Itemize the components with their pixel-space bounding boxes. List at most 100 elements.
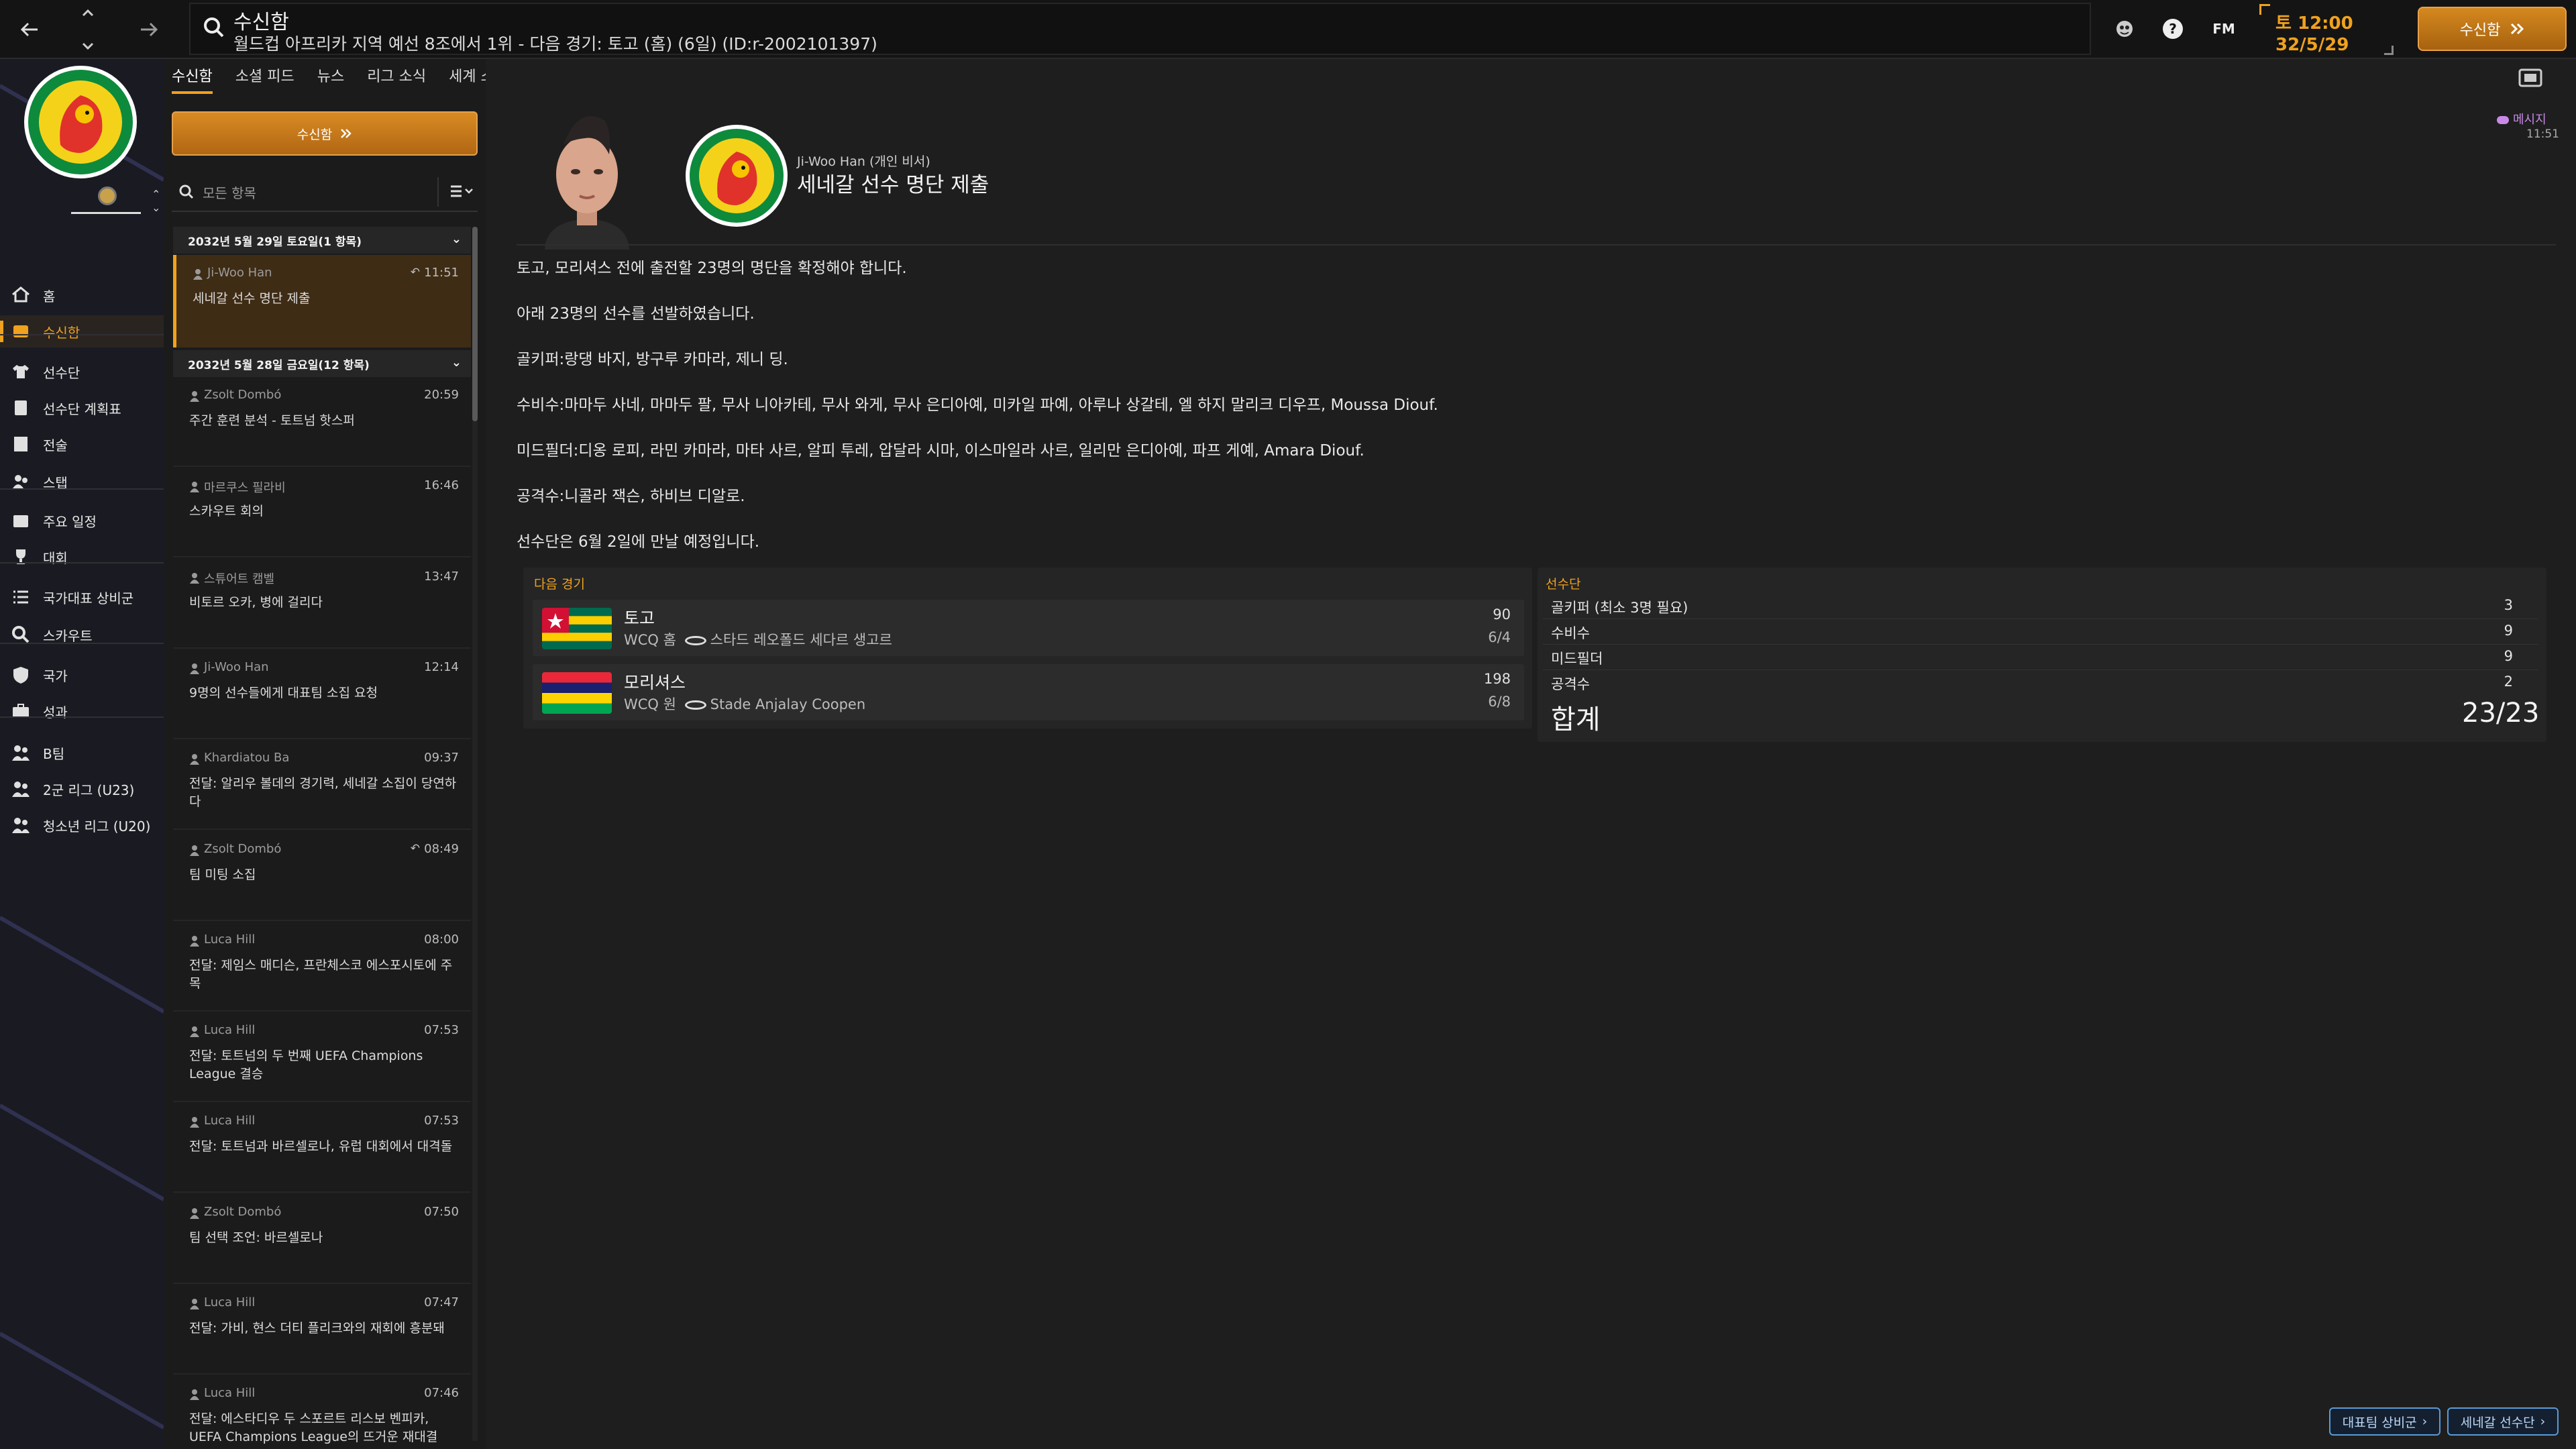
- sidebar-item[interactable]: 선수단 계획표: [0, 392, 164, 424]
- fixture-opponent-rank: 90: [1493, 606, 1511, 623]
- fixture-opponent-rank: 198: [1483, 671, 1511, 687]
- sidebar: ⌃ ⌄ 홈수신함선수단선수단 계획표전술스탭주요 일정대회국가대표 상비군스카우…: [0, 59, 164, 1449]
- message-group-header[interactable]: 2032년 5월 29일 토요일(1 항목) ⌄: [173, 227, 471, 254]
- sidebar-item[interactable]: B팀: [0, 737, 164, 769]
- message-list-item[interactable]: Zsolt Dombó 07:50 팀 선택 조언: 바르셀로나: [173, 1194, 471, 1284]
- sidebar-item[interactable]: 스탭: [0, 466, 164, 498]
- message-divider: [517, 244, 2556, 246]
- message-list-item[interactable]: Luca Hill 07:47 전달: 가비, 현스 더티 플리크와의 재회에 흥분…: [173, 1285, 471, 1375]
- message-list-item[interactable]: Luca Hill 07:53 전달: 토트넘과 바르셀로나, 유럽 대회에서 대격…: [173, 1103, 471, 1193]
- squad-row-label: 수비수: [1551, 625, 1590, 641]
- tab-social-feed[interactable]: 소셜 피드: [235, 64, 294, 94]
- help-button[interactable]: ?: [2159, 15, 2187, 43]
- history-dropdown[interactable]: [78, 8, 98, 51]
- sender-avatar[interactable]: [525, 101, 649, 250]
- message-sender: Zsolt Dombó: [204, 388, 282, 402]
- message-subject: 전달: 제임스 매디슨, 프란체스코 에스포시토에 주목: [189, 957, 453, 991]
- person-icon: [189, 1208, 200, 1220]
- chevron-down-icon[interactable]: ⌄: [152, 201, 160, 214]
- trophy-icon: [11, 547, 31, 567]
- sidebar-item[interactable]: 국가: [0, 659, 164, 691]
- sidebar-item[interactable]: 국가대표 상비군: [0, 581, 164, 613]
- game-clock[interactable]: 토 12:00 32/5/29: [2259, 4, 2394, 55]
- fixture-venue-type: 원: [663, 696, 676, 712]
- message-subject: 전달: 알리우 볼데의 경기력, 세네갈 소집이 당연하다: [189, 776, 457, 810]
- filter-menu-button[interactable]: [449, 184, 474, 202]
- chevron-down-icon: ⌄: [451, 356, 462, 370]
- inbox-subtabs: 수신함 소셜 피드 뉴스 리그 소식 세계 소식: [172, 64, 508, 94]
- back-button[interactable]: [12, 12, 47, 47]
- inbox-action-button[interactable]: 수신함: [172, 111, 478, 156]
- chevron-right-icon: ›: [2540, 1414, 2546, 1429]
- message-time: 08:49: [424, 841, 459, 856]
- message-list-item[interactable]: Luca Hill 08:00 전달: 제임스 매디슨, 프란체스코 에스포시토에 …: [173, 922, 471, 1012]
- sidebar-item[interactable]: 주요 일정: [0, 504, 164, 537]
- message-sender: Luca Hill: [204, 1386, 256, 1401]
- message-tag-icon: [2497, 116, 2509, 124]
- scrollbar-thumb[interactable]: [472, 227, 478, 421]
- message-list-scrollbar[interactable]: [472, 227, 478, 1441]
- person-icon: [189, 753, 200, 765]
- message-list-item[interactable]: 마르쿠스 필라비 16:46 스카우트 회의: [173, 468, 471, 558]
- national-pool-button[interactable]: 대표팀 상비군 ›: [2329, 1407, 2440, 1436]
- message-group-header[interactable]: 2032년 5월 28일 금요일(12 항목) ⌄: [173, 350, 471, 377]
- filter-separator: [437, 177, 439, 207]
- arrow-right-icon: [141, 22, 158, 37]
- chevron-up-icon[interactable]: ⌃: [152, 188, 160, 201]
- squad-total-value: 23/23: [2462, 698, 2540, 729]
- fm-menu-button[interactable]: FM: [2207, 15, 2241, 43]
- sidebar-divider: [0, 716, 164, 718]
- team-icon: [11, 779, 31, 799]
- tab-news[interactable]: 뉴스: [317, 64, 344, 94]
- message-subject: 스카우트 회의: [189, 504, 264, 519]
- sidebar-item[interactable]: 홈: [0, 279, 164, 311]
- sidebar-item[interactable]: 청소년 리그 (U20): [0, 809, 164, 841]
- sidebar-item[interactable]: 스카우트: [0, 619, 164, 651]
- sidebar-item[interactable]: 수신함: [0, 315, 164, 347]
- forward-button[interactable]: [131, 12, 166, 47]
- message-time: 07:53: [424, 1023, 459, 1038]
- squad-total-label: 합계: [1551, 704, 1601, 735]
- message-list-item[interactable]: 스튜어트 캠벨 13:47 비토르 오카, 병에 걸리다: [173, 559, 471, 649]
- fixture-comp: WCQ: [624, 696, 659, 712]
- message-subject: 비토르 오카, 병에 걸리다: [189, 594, 323, 610]
- message-list-item[interactable]: Luca Hill 07:53 전달: 토트넘의 두 번째 UEFA Champio…: [173, 1012, 471, 1103]
- message-list-item[interactable]: Zsolt Dombó 08:49 ↶ 팀 미팅 소집: [173, 831, 471, 921]
- sidebar-item[interactable]: 전술: [0, 428, 164, 460]
- message-list-item[interactable]: Luca Hill 07:46 전달: 에스타디우 두 스포르트 리스보 벤피카, …: [173, 1375, 471, 1449]
- message-sender[interactable]: Ji-Woo Han (개인 비서): [797, 152, 930, 170]
- message-list-item[interactable]: Zsolt Dombó 20:59 주간 훈련 분석 - 토트넘 핫스퍼: [173, 377, 471, 467]
- senegal-squad-button[interactable]: 세네갈 선수단 ›: [2447, 1407, 2559, 1436]
- squad-row-value: 9: [2504, 623, 2513, 639]
- sidebar-divider: [0, 562, 164, 564]
- person-icon: [193, 268, 203, 280]
- message-search-input[interactable]: 모든 항목: [203, 182, 256, 202]
- fixture-venue-type: 홈: [663, 632, 676, 648]
- fixture-row[interactable]: 토고 WCQ 홈 스타드 레오폴드 세다르 생고르 90 6/4: [533, 600, 1524, 656]
- fixture-stadium: 스타드 레오폴드 세다르 생고르: [710, 632, 892, 648]
- message-list-item[interactable]: Ji-Woo Han 11:51 ↶ 세네갈 선수 명단 제출: [173, 255, 471, 347]
- sidebar-item[interactable]: 선수단: [0, 356, 164, 388]
- sidebar-item[interactable]: 성과: [0, 695, 164, 727]
- person-menu-button[interactable]: [2110, 15, 2139, 43]
- inbox-icon: [11, 321, 31, 341]
- sidebar-item[interactable]: 대회: [0, 541, 164, 573]
- senegal-crest-icon[interactable]: [23, 64, 138, 180]
- person-icon: [189, 1389, 200, 1401]
- nation-coin-icon[interactable]: [98, 186, 117, 205]
- message-list-item[interactable]: Khardiatou Ba 09:37 전달: 알리우 볼데의 경기력, 세네갈 소…: [173, 740, 471, 830]
- sidebar-item-label: 2군 리그 (U23): [43, 782, 135, 798]
- tab-inbox[interactable]: 수신함: [172, 64, 213, 94]
- continue-button[interactable]: 수신함: [2418, 7, 2567, 51]
- person-icon: [189, 1116, 200, 1128]
- squad-row-value: 3: [2504, 597, 2513, 613]
- message-list-item[interactable]: Ji-Woo Han 12:14 9명의 선수들에게 대표팀 소집 요청: [173, 649, 471, 739]
- tab-league-news[interactable]: 리그 소식: [367, 64, 426, 94]
- sidebar-item[interactable]: 2군 리그 (U23): [0, 773, 164, 805]
- person-icon: [189, 1298, 200, 1310]
- screen-options-icon[interactable]: [2517, 64, 2544, 91]
- search-breadcrumb-bar[interactable]: 수신함 월드컵 아프리카 지역 예선 8조에서 1위 - 다음 경기: 토고 (…: [189, 3, 2091, 55]
- fixture-row[interactable]: 모리셔스 WCQ 원 Stade Anjalay Coopen 198 6/8: [533, 664, 1524, 720]
- message-sender: Luca Hill: [204, 1295, 256, 1309]
- message-sender: Luca Hill: [204, 1114, 256, 1128]
